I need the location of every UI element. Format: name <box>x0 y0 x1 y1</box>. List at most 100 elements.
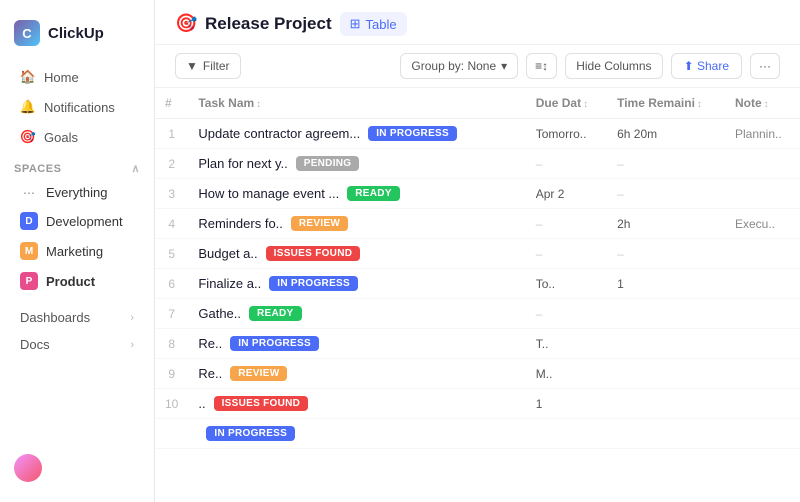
table-row[interactable]: 8Re..IN PROGRESST.. <box>155 329 800 359</box>
status-badge: READY <box>249 306 302 321</box>
chevron-right-icon: › <box>130 339 134 351</box>
share-icon: ⬆ <box>684 59 694 73</box>
prd-dot: P <box>20 272 38 290</box>
row-number: 3 <box>155 179 188 209</box>
everything-icon: ⋯ <box>20 186 38 200</box>
sidebar-item-label: Home <box>44 70 79 85</box>
sort-icon: ≡↕ <box>535 59 548 73</box>
col-notes[interactable]: Note↕ <box>725 88 800 119</box>
row-time-remaining <box>607 359 725 389</box>
group-by-label: Group by: None <box>411 59 496 73</box>
row-time-remaining: – <box>607 179 725 209</box>
share-button[interactable]: ⬆ Share <box>671 53 742 79</box>
task-table-container: # Task Nam↕ Due Dat↕ Time Remaini↕ Note↕… <box>155 88 800 502</box>
table-header: # Task Nam↕ Due Dat↕ Time Remaini↕ Note↕ <box>155 88 800 119</box>
row-time-remaining <box>607 389 725 419</box>
table-row[interactable]: 5Budget a..ISSUES FOUND–– <box>155 239 800 269</box>
table-row[interactable]: 3How to manage event ...READY Apr 2– <box>155 179 800 209</box>
table-row[interactable]: 4Reminders fo..REVIEW–2hExecu.. <box>155 209 800 239</box>
sidebar-item-label: Goals <box>44 130 78 145</box>
table-row[interactable]: IN PROGRESS <box>155 419 800 449</box>
row-notes: Plannin.. <box>725 119 800 149</box>
row-task-name: Gathe..READY <box>188 299 488 328</box>
filter-button[interactable]: ▼ Filter <box>175 53 241 79</box>
sort-button[interactable]: ≡↕ <box>526 53 557 79</box>
project-title: Release Project <box>205 14 332 34</box>
chevron-right-icon: › <box>130 312 134 324</box>
app-logo: C ClickUp <box>0 12 154 62</box>
table-view-tab[interactable]: ⊞ Table <box>340 12 407 36</box>
row-due-date: Apr 2 <box>526 179 607 209</box>
main-content: 🎯 Release Project ⊞ Table ▼ Filter Group… <box>155 0 800 502</box>
row-notes <box>725 299 800 329</box>
main-header: 🎯 Release Project ⊞ Table <box>155 0 800 45</box>
hide-columns-button[interactable]: Hide Columns <box>565 53 662 79</box>
dashboards-label: Dashboards <box>20 310 90 325</box>
table-row[interactable]: 6Finalize a..IN PROGRESSTo..1 <box>155 269 800 299</box>
table-row[interactable]: 2Plan for next y..PENDING–– <box>155 149 800 179</box>
status-badge: ISSUES FOUND <box>266 246 361 261</box>
docs-label: Docs <box>20 337 50 352</box>
status-badge: IN PROGRESS <box>206 426 295 441</box>
row-number <box>155 419 188 449</box>
row-time-remaining <box>607 329 725 359</box>
table-row[interactable]: 7Gathe..READY– <box>155 299 800 329</box>
table-row[interactable]: 10..ISSUES FOUND1 <box>155 389 800 419</box>
col-time-remaining[interactable]: Time Remaini↕ <box>607 88 725 119</box>
dashboards-section[interactable]: Dashboards › <box>6 305 148 330</box>
filter-label: Filter <box>203 59 230 73</box>
mkt-dot: M <box>20 242 38 260</box>
row-task-name: IN PROGRESS <box>188 419 488 448</box>
col-due-date[interactable]: Due Dat↕ <box>526 88 607 119</box>
sidebar-item-home[interactable]: 🏠 Home <box>6 63 148 91</box>
row-due-date: – <box>526 149 607 179</box>
sidebar-item-notifications[interactable]: 🔔 Notifications <box>6 93 148 121</box>
chevron-icon: ∧ <box>131 162 140 175</box>
sidebar-item-marketing[interactable]: M Marketing <box>6 237 148 265</box>
task-table-body: 1Update contractor agreem...IN PROGRESST… <box>155 119 800 449</box>
sidebar-item-everything[interactable]: ⋯ Everything <box>6 180 148 205</box>
space-label: Product <box>46 274 95 289</box>
row-task-name: Plan for next y..PENDING <box>188 149 488 178</box>
task-table: # Task Nam↕ Due Dat↕ Time Remaini↕ Note↕… <box>155 88 800 449</box>
row-due-date: – <box>526 299 607 329</box>
row-task-name: ..ISSUES FOUND <box>188 389 488 418</box>
row-time-remaining: 1 <box>607 269 725 299</box>
logo-text: ClickUp <box>48 25 104 42</box>
sidebar-item-development[interactable]: D Development <box>6 207 148 235</box>
row-due-date: M.. <box>526 359 607 389</box>
row-number: 6 <box>155 269 188 299</box>
group-by-button[interactable]: Group by: None ▾ <box>400 53 518 79</box>
row-number: 5 <box>155 239 188 269</box>
status-badge: IN PROGRESS <box>368 126 457 141</box>
space-label: Everything <box>46 185 107 200</box>
row-due-date <box>526 419 607 449</box>
chevron-down-icon: ▾ <box>501 59 507 73</box>
row-number: 2 <box>155 149 188 179</box>
sidebar-item-goals[interactable]: 🎯 Goals <box>6 123 148 151</box>
col-hash: # <box>155 88 188 119</box>
hide-columns-label: Hide Columns <box>576 59 651 73</box>
row-time-remaining <box>607 299 725 329</box>
filter-icon: ▼ <box>186 59 198 73</box>
row-notes <box>725 239 800 269</box>
space-label: Development <box>46 214 123 229</box>
sidebar-item-product[interactable]: P Product <box>6 267 148 295</box>
docs-section[interactable]: Docs › <box>6 332 148 357</box>
sidebar-item-label: Notifications <box>44 100 115 115</box>
table-row[interactable]: 9Re..REVIEW M.. <box>155 359 800 389</box>
row-task-name: Re..REVIEW <box>188 359 488 388</box>
row-number: 4 <box>155 209 188 239</box>
col-task-name[interactable]: Task Nam↕ <box>188 88 525 119</box>
more-options-button[interactable]: ··· <box>750 53 780 79</box>
row-task-name: Reminders fo..REVIEW <box>188 209 488 238</box>
table-row[interactable]: 1Update contractor agreem...IN PROGRESST… <box>155 119 800 149</box>
row-number: 9 <box>155 359 188 389</box>
row-due-date: – <box>526 239 607 269</box>
row-task-name: How to manage event ...READY <box>188 179 488 208</box>
row-notes <box>725 389 800 419</box>
user-avatar[interactable] <box>14 454 42 482</box>
row-due-date: 1 <box>526 389 607 419</box>
row-due-date: – <box>526 209 607 239</box>
row-time-remaining: 6h 20m <box>607 119 725 149</box>
